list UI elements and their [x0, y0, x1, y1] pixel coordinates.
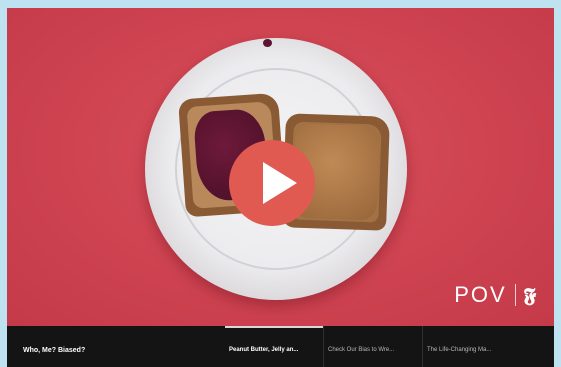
video-player[interactable]: POV 𝕱 Who, Me? Biased? Peanut Butter, Je…	[7, 8, 554, 367]
pov-nyt-logo: POV 𝕱	[454, 282, 536, 308]
episode-list: Peanut Butter, Jelly an... Check Our Bia…	[225, 326, 521, 367]
page-frame: POV 𝕱 Who, Me? Biased? Peanut Butter, Je…	[0, 0, 561, 367]
playlist-bar: Who, Me? Biased? Peanut Butter, Jelly an…	[7, 326, 554, 367]
episode-tab-check-our-bias[interactable]: Check Our Bias to Wre...	[324, 326, 423, 367]
episode-label: Peanut Butter, Jelly an...	[229, 347, 299, 353]
play-button[interactable]	[229, 140, 315, 226]
pov-logo-text: POV	[454, 282, 507, 307]
nyt-logo-icon: 𝕱	[523, 283, 536, 307]
episode-label: Check Our Bias to Wre...	[328, 347, 395, 353]
episode-tab-peanut-butter[interactable]: Peanut Butter, Jelly an...	[225, 326, 324, 367]
episode-tab-life-changing[interactable]: The Life-Changing Ma...	[423, 326, 521, 367]
series-title: Who, Me? Biased?	[23, 347, 86, 354]
logo-divider	[514, 284, 516, 306]
jelly-drip	[263, 39, 272, 47]
episode-label: The Life-Changing Ma...	[427, 347, 492, 353]
play-icon	[263, 162, 297, 204]
video-frame[interactable]: POV 𝕱	[7, 8, 554, 326]
